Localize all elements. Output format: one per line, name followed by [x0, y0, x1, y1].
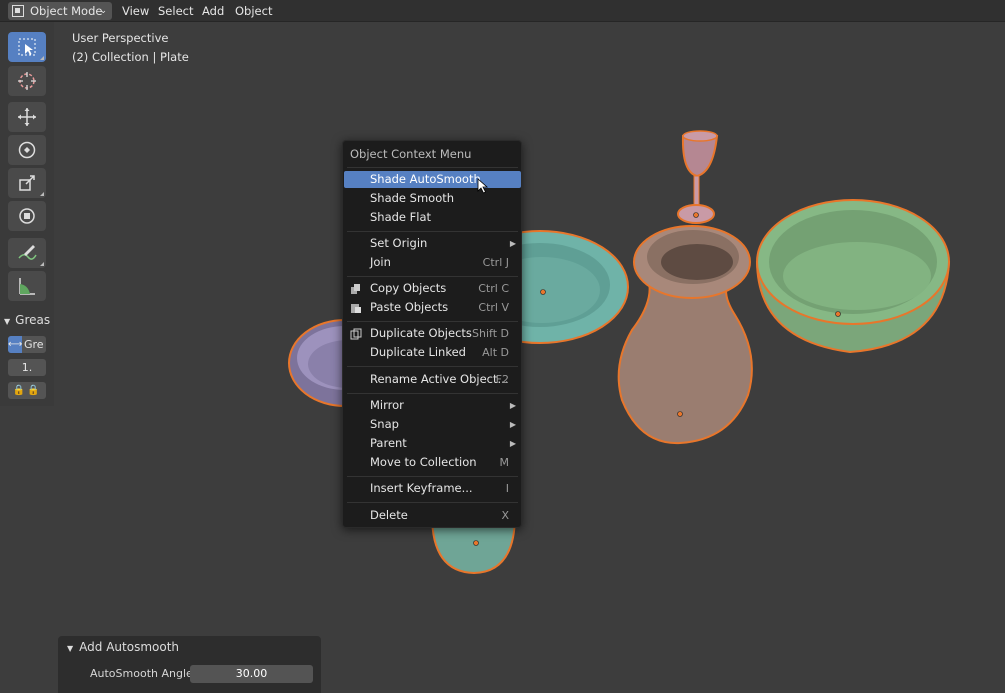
- menu-item-duplicate-objects[interactable]: Duplicate Objects Shift D: [344, 325, 521, 342]
- scale-icon: [19, 175, 35, 191]
- move-tool[interactable]: [8, 102, 46, 132]
- select-box-icon: [18, 38, 36, 56]
- grease-value-field[interactable]: 1.: [8, 359, 46, 376]
- collapse-triangle-icon: ▼: [67, 644, 74, 653]
- vase[interactable]: [617, 225, 753, 445]
- perspective-label: User Perspective: [72, 31, 169, 45]
- menu-item-copy-objects[interactable]: Copy Objects Ctrl C: [344, 280, 521, 297]
- chevron-down-icon: ⌄: [99, 6, 107, 16]
- mode-label: Object Mode: [30, 4, 103, 18]
- redo-panel-header[interactable]: ▼ Add Autosmooth: [67, 640, 179, 654]
- grease-panel-header[interactable]: ▼ Greas: [4, 310, 54, 330]
- select-box-tool[interactable]: [8, 32, 46, 62]
- autosmooth-angle-label: AutoSmooth Angle: [90, 667, 193, 680]
- menu-item-delete[interactable]: Delete X: [344, 507, 521, 524]
- object-context-menu: Object Context Menu Shade AutoSmooth Sha…: [342, 140, 522, 528]
- collapse-triangle-icon: ▼: [4, 317, 11, 326]
- wine-glass[interactable]: [677, 130, 719, 224]
- measure-tool[interactable]: [8, 271, 46, 301]
- autosmooth-angle-field[interactable]: 30.00: [190, 665, 313, 683]
- copy-icon: [351, 284, 360, 294]
- grease-layer-button[interactable]: ⟷ Gre: [8, 336, 46, 353]
- menu-add[interactable]: Add: [196, 2, 230, 20]
- transform-tool[interactable]: [8, 201, 46, 231]
- menu-item-shade-autosmooth[interactable]: Shade AutoSmooth: [344, 171, 521, 188]
- measure-icon: [19, 278, 35, 295]
- menu-select[interactable]: Select: [152, 2, 199, 20]
- green-bowl[interactable]: [755, 199, 951, 354]
- submenu-arrow-icon: ▶: [509, 439, 516, 448]
- transform-icon: [19, 208, 35, 224]
- redo-panel-title: Add Autosmooth: [79, 640, 179, 654]
- cursor-icon: [18, 72, 36, 90]
- duplicate-icon: [350, 328, 362, 340]
- scale-tool[interactable]: [8, 168, 46, 198]
- menu-item-insert-keyframe[interactable]: Insert Keyframe... I: [344, 480, 521, 497]
- menu-item-move-to-collection[interactable]: Move to Collection M: [344, 454, 521, 471]
- grease-layer-label: Gre: [24, 338, 44, 351]
- submenu-arrow-icon: ▶: [509, 420, 516, 429]
- menu-item-snap[interactable]: Snap ▶: [344, 416, 521, 433]
- redo-panel: ▼ Add Autosmooth AutoSmooth Angle 30.00: [58, 636, 321, 693]
- menu-item-mirror[interactable]: Mirror ▶: [344, 397, 521, 414]
- menu-object[interactable]: Object: [229, 2, 278, 20]
- submenu-arrow-icon: ▶: [509, 401, 516, 410]
- mode-dropdown[interactable]: Object Mode ⌄: [8, 2, 112, 20]
- menu-item-duplicate-linked[interactable]: Duplicate Linked Alt D: [344, 344, 521, 361]
- lock-icon[interactable]: 🔒🔒: [8, 382, 46, 399]
- move-icon: [18, 108, 36, 126]
- grease-panel-title: Greas: [15, 313, 51, 327]
- paste-icon: [351, 304, 361, 313]
- layer-arrows-icon: ⟷: [8, 336, 22, 353]
- annotate-icon: [18, 245, 37, 260]
- menu-item-join[interactable]: Join Ctrl J: [344, 254, 521, 271]
- menu-item-rename-active[interactable]: Rename Active Object... F2: [344, 371, 521, 388]
- context-menu-title: Object Context Menu: [350, 147, 472, 161]
- menu-item-paste-objects[interactable]: Paste Objects Ctrl V: [344, 299, 521, 316]
- collection-label: (2) Collection | Plate: [72, 50, 189, 64]
- annotate-tool[interactable]: [8, 238, 46, 268]
- header-bar: Object Mode ⌄ View Select Add Object: [0, 0, 1005, 22]
- menu-item-set-origin[interactable]: Set Origin ▶: [344, 235, 521, 252]
- object-mode-icon: [12, 5, 24, 17]
- submenu-arrow-icon: ▶: [509, 239, 516, 248]
- menu-item-parent[interactable]: Parent ▶: [344, 435, 521, 452]
- mouse-pointer-icon: [477, 178, 489, 194]
- rotate-tool[interactable]: [8, 135, 46, 165]
- menu-item-shade-smooth[interactable]: Shade Smooth: [344, 190, 521, 207]
- menu-view[interactable]: View: [116, 2, 155, 20]
- grease-pencil-panel: ▼ Greas ⟷ Gre 1. 🔒🔒: [0, 306, 54, 406]
- menu-item-shade-flat[interactable]: Shade Flat: [344, 209, 521, 226]
- rotate-icon: [18, 141, 36, 159]
- cursor-tool[interactable]: [8, 66, 46, 96]
